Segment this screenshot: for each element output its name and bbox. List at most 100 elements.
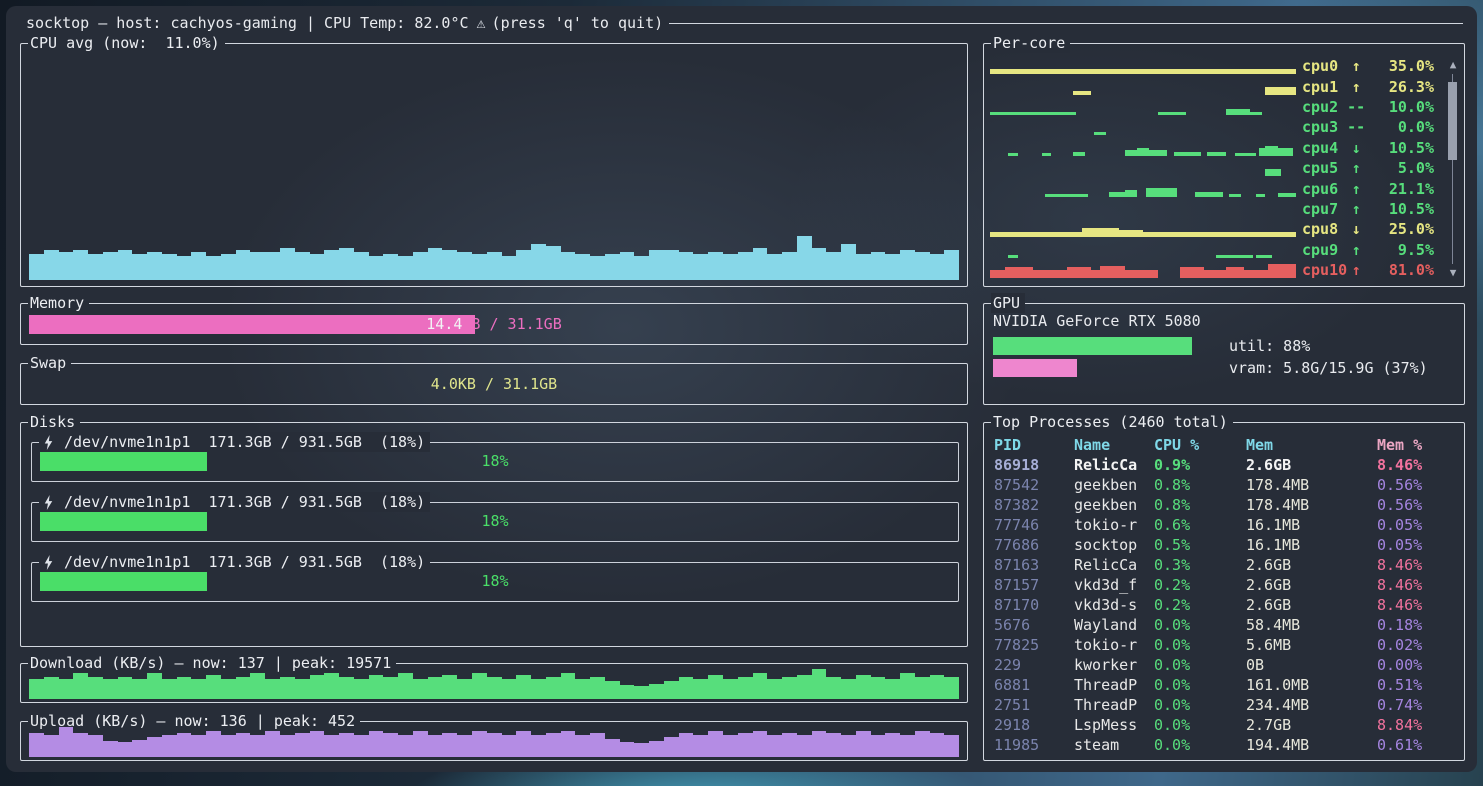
process-name: LspMess — [1074, 715, 1154, 735]
core-label: cpu7 ↑ 10.5% — [1302, 199, 1434, 219]
process-mem: 16.1MB — [1246, 535, 1377, 555]
memory-gauge: 14.4GB / 31.1GB — [29, 315, 959, 334]
core-name: cpu1 — [1302, 77, 1347, 97]
process-mem: 2.6GB — [1246, 595, 1377, 615]
gpu-vram-row: vram: 5.8G/15.9G (37%) — [993, 358, 1456, 377]
process-name: vkd3d-s — [1074, 595, 1154, 615]
process-row: 6881 ThreadP 0.0% 161.0MB 0.51% — [994, 675, 1458, 695]
core-trend-icon: ↑ — [1347, 199, 1365, 219]
process-table: PID Name CPU % Mem Mem % 86918 RelicCa 0… — [994, 435, 1458, 755]
process-cpu: 0.2% — [1154, 595, 1246, 615]
col-header-mem: Mem — [1246, 435, 1377, 455]
process-mem-pct: 0.18% — [1377, 615, 1458, 635]
gpu-panel-title: GPU — [991, 293, 1025, 313]
process-row: 77686 socktop 0.5% 16.1MB 0.05% — [994, 535, 1458, 555]
process-mem: 0B — [1246, 655, 1377, 675]
core-value: 81.0% — [1365, 260, 1434, 280]
process-mem: 5.6MB — [1246, 635, 1377, 655]
core-value: 9.5% — [1365, 240, 1434, 260]
process-mem: 2.6GB — [1246, 555, 1377, 575]
core-trend-icon: -- — [1347, 97, 1365, 117]
process-pid: 87163 — [994, 555, 1074, 575]
core-sparkline — [990, 219, 1296, 239]
process-rows: 86918 RelicCa 0.9% 2.6GB 8.46% 87542 gee… — [994, 455, 1458, 755]
process-cpu: 0.8% — [1154, 475, 1246, 495]
download-panel: Download (KB/s) — now: 137 | peak: 19571 — [20, 663, 968, 703]
scroll-down-icon[interactable]: ▼ — [1446, 266, 1460, 280]
process-mem-pct: 0.74% — [1377, 695, 1458, 715]
process-cpu: 0.2% — [1154, 575, 1246, 595]
process-pid: 87382 — [994, 495, 1074, 515]
disk-device: /dev/nvme1n1p1 — [64, 432, 190, 452]
upload-panel: Upload (KB/s) — now: 136 | peak: 452 — [20, 721, 968, 761]
col-header-name: Name — [1074, 435, 1154, 455]
core-label: cpu9 ↑ 9.5% — [1302, 240, 1434, 260]
core-sparkline — [990, 239, 1296, 259]
process-mem-pct: 8.46% — [1377, 595, 1458, 615]
core-name: cpu6 — [1302, 179, 1347, 199]
process-row: 87382 geekben 0.8% 178.4MB 0.56% — [994, 495, 1458, 515]
process-pid: 229 — [994, 655, 1074, 675]
memory-panel: Memory 14.4GB / 31.1GB — [20, 303, 968, 345]
disk-device: /dev/nvme1n1p1 — [64, 492, 190, 512]
core-name: cpu4 — [1302, 138, 1347, 158]
core-name: cpu0 — [1302, 56, 1347, 76]
process-pid: 2918 — [994, 715, 1074, 735]
swap-gauge: 4.0KB / 31.1GB — [29, 375, 959, 394]
core-sparkline — [990, 56, 1296, 76]
core-label: cpu4 ↓ 10.5% — [1302, 138, 1434, 158]
cpu-avg-panel-title: CPU avg (now: 11.0%) — [28, 33, 225, 53]
core-name: cpu10 — [1302, 260, 1347, 280]
disk-gauge-label: 18% — [40, 452, 950, 471]
process-cpu: 0.6% — [1154, 515, 1246, 535]
scroll-up-icon[interactable]: ▲ — [1446, 58, 1460, 72]
process-row: 229 kworker 0.0% 0B 0.00% — [994, 655, 1458, 675]
processes-panel-title: Top Processes (2460 total) — [991, 412, 1233, 432]
window-titlebar: socktop — host: cachyos-gaming | CPU Tem… — [26, 13, 1463, 33]
disk-gauge: 18% — [40, 512, 950, 531]
core-row: cpu4 ↓ 10.5% — [990, 137, 1434, 157]
per-core-scrollbar[interactable]: ▲ ▼ — [1446, 58, 1460, 280]
core-sparkline — [990, 117, 1296, 137]
swap-gauge-label: 4.0KB / 31.1GB — [29, 375, 959, 394]
core-label: cpu2 -- 10.0% — [1302, 97, 1434, 117]
process-row: 87163 RelicCa 0.3% 2.6GB 8.46% — [994, 555, 1458, 575]
core-trend-icon: ↑ — [1347, 77, 1365, 97]
process-mem-pct: 0.61% — [1377, 735, 1458, 755]
core-list: cpu0 ↑ 35.0% cpu1 ↑ 26.3% cpu2 -- 10.0% … — [990, 56, 1434, 280]
disk-usage-pct: (18%) — [380, 492, 425, 512]
process-mem-pct: 0.05% — [1377, 535, 1458, 555]
process-row: 87542 geekben 0.8% 178.4MB 0.56% — [994, 475, 1458, 495]
process-mem-pct: 0.00% — [1377, 655, 1458, 675]
warning-icon: ⚠ — [477, 14, 486, 32]
gpu-util-fill — [993, 337, 1192, 355]
process-mem: 178.4MB — [1246, 495, 1377, 515]
core-sparkline — [990, 178, 1296, 198]
screen: { "window": { "title": "socktop — host: … — [0, 0, 1483, 786]
process-name: kworker — [1074, 655, 1154, 675]
disk-gauge-label: 18% — [40, 572, 950, 591]
core-row: cpu3 -- 0.0% — [990, 117, 1434, 137]
process-mem-pct: 0.56% — [1377, 495, 1458, 515]
scrollbar-thumb[interactable] — [1448, 82, 1457, 160]
core-trend-icon: ↑ — [1347, 56, 1365, 76]
process-pid: 87542 — [994, 475, 1074, 495]
flash-icon — [43, 495, 54, 510]
process-pid: 87157 — [994, 575, 1074, 595]
process-cpu: 0.0% — [1154, 695, 1246, 715]
process-pid: 77686 — [994, 535, 1074, 555]
process-pid: 86918 — [994, 455, 1074, 475]
process-cpu: 0.0% — [1154, 735, 1246, 755]
disk-item-title: /dev/nvme1n1p1171.3GB / 931.5GB(18%) — [39, 552, 430, 572]
memory-gauge-label: 14.4GB / 31.1GB — [29, 315, 959, 334]
process-mem: 2.7GB — [1246, 715, 1377, 735]
core-label: cpu6 ↑ 21.1% — [1302, 179, 1434, 199]
process-cpu: 0.8% — [1154, 495, 1246, 515]
process-pid: 6881 — [994, 675, 1074, 695]
process-row: 5676 Wayland 0.0% 58.4MB 0.18% — [994, 615, 1458, 635]
disk-gauge: 18% — [40, 572, 950, 591]
process-mem-pct: 8.46% — [1377, 575, 1458, 595]
core-sparkline — [990, 97, 1296, 117]
core-row: cpu9 ↑ 9.5% — [990, 239, 1434, 259]
disks-panel: Disks /dev/nvme1n1p1171.3GB / 931.5GB(18… — [20, 422, 968, 647]
